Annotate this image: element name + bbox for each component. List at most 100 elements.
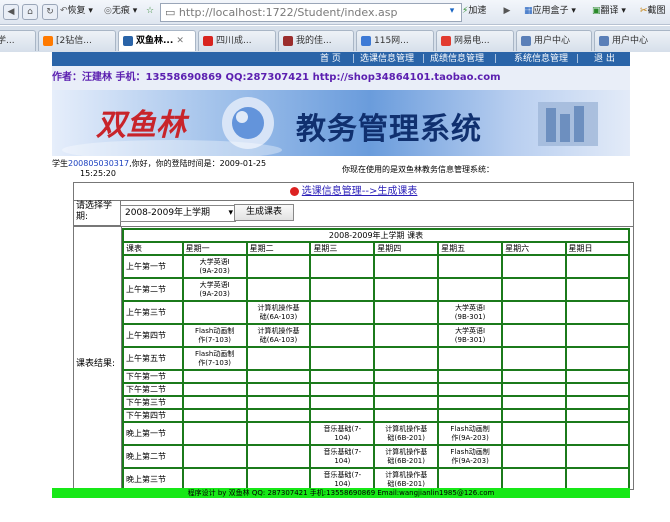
course-cell (245, 408, 312, 423)
course-cell (501, 421, 567, 446)
timetable-header: 课表 (122, 241, 184, 256)
favicon-icon (599, 35, 609, 46)
nav-grades[interactable]: 成绩信息管理 (430, 52, 484, 66)
course-cell (373, 408, 440, 423)
course-cell (437, 277, 504, 302)
restore-button[interactable]: ↶恢复 ▾ (60, 3, 93, 20)
screenshot-button[interactable]: ✂截图 (640, 3, 666, 20)
login-status: 学生200805030317,你好，你的登陆时间是：2009-01-25 你现在… (52, 159, 494, 174)
app-box-button[interactable]: ▦应用盒子 ▾ (524, 3, 576, 20)
home-icon[interactable]: ⌂ (22, 4, 38, 20)
course-cell (181, 467, 248, 489)
table-row: 下午第四节 (122, 408, 631, 423)
course-cell (245, 346, 312, 371)
table-row: 上午第三节 计算机操作基 础(6A-103) 大学英语I (9B-301) (122, 300, 631, 325)
term-select[interactable]: 2008-2009年上学期 ▾ (120, 205, 236, 222)
back-icon[interactable]: ◀ (3, 4, 19, 20)
course-cell (245, 369, 312, 384)
table-row: 上午第一节 大学英语I (9A-203) (122, 254, 631, 279)
course-cell (564, 395, 631, 410)
nav-logout[interactable]: 退 出 (594, 52, 615, 66)
course-cell (309, 254, 376, 279)
tab-active[interactable]: 双鱼林... ✕ (118, 30, 196, 51)
course-cell (501, 408, 567, 423)
tab-item[interactable]: 用户中心 (516, 30, 592, 51)
table-row: 晚上第三节 音乐基础(7- 104) 计算机操作基 础(6B-201) (122, 467, 631, 489)
course-cell (373, 254, 440, 279)
student-id: 200805030317 (68, 159, 130, 168)
course-cell: 音乐基础(7- 104) (309, 421, 376, 446)
course-cell (564, 346, 631, 371)
course-cell (309, 369, 376, 384)
refresh-icon[interactable]: ↻ (42, 4, 58, 20)
course-cell: 大学英语I (9B-301) (437, 323, 504, 348)
breadcrumb-link[interactable]: 选课信息管理-->生成课表 (302, 186, 418, 197)
course-cell (309, 382, 376, 397)
dropdown-icon[interactable]: ▾ (445, 4, 459, 18)
course-cell (309, 408, 376, 423)
course-cell: 计算机操作基 础(6B-201) (373, 421, 440, 446)
tab-item[interactable]: 学... (0, 30, 36, 51)
tab-item[interactable]: 四川成... (198, 30, 276, 51)
bookmark-star-icon[interactable]: ☆ (143, 4, 157, 18)
tab-item[interactable]: 我的佳... (278, 30, 354, 51)
tab-item[interactable]: 用户中心 (594, 30, 670, 51)
address-bar[interactable]: ▭ http://localhost:1722/Student/index.as… (160, 3, 462, 22)
course-cell (501, 346, 567, 371)
site-banner: 双鱼林 教务管理系统 (52, 90, 630, 156)
favicon-icon (521, 35, 531, 46)
course-cell (373, 395, 440, 410)
course-cell (437, 382, 504, 397)
favicon-icon (441, 35, 451, 46)
favicon-icon (43, 35, 53, 46)
course-cell (564, 382, 631, 397)
timetable-header: 星期六 (501, 241, 567, 256)
course-cell: 计算机操作基 础(6B-201) (373, 467, 440, 489)
forward-icon[interactable]: ▶ (500, 4, 514, 18)
tab-item[interactable]: 115网... (356, 30, 434, 51)
course-cell (564, 444, 631, 469)
close-icon[interactable]: ✕ (176, 36, 184, 46)
course-cell: 音乐基础(7- 104) (309, 467, 376, 489)
course-cell (501, 444, 567, 469)
course-cell (501, 467, 567, 489)
timetable-header: 星期五 (437, 241, 504, 256)
course-cell (564, 421, 631, 446)
course-cell (564, 467, 631, 489)
course-cell (564, 254, 631, 279)
login-time: 15:25:20 (80, 169, 116, 178)
favicon-icon (283, 35, 293, 46)
course-cell: Flash动画制 作(9A-203) (437, 421, 504, 446)
tab-item[interactable]: 网易电... (436, 30, 514, 51)
period-cell: 上午第四节 (122, 323, 184, 348)
period-cell: 下午第三节 (122, 395, 184, 410)
author-bar: 作者：汪建林 手机：13558690869 QQ:287307421 http:… (52, 66, 630, 90)
course-cell (501, 300, 567, 325)
content-panel: 选课信息管理-->生成课表 请选择学期: 2008-2009年上学期 ▾ 生成课… (73, 182, 634, 490)
timetable-header: 星期一 (181, 241, 248, 256)
course-cell (245, 444, 312, 469)
nav-home[interactable]: 首 页 (320, 52, 341, 66)
tab-item[interactable]: [2钻信... (38, 30, 116, 51)
generate-button[interactable]: 生成课表 (234, 204, 294, 221)
course-cell (181, 408, 248, 423)
course-cell: 大学英语I (9A-203) (181, 254, 248, 279)
course-cell (181, 395, 248, 410)
period-cell: 下午第四节 (122, 408, 184, 423)
course-cell (245, 421, 312, 446)
translate-button[interactable]: ▣翻译 ▾ (592, 3, 626, 20)
course-cell (181, 421, 248, 446)
course-cell (564, 323, 631, 348)
noimg-button[interactable]: ◎无痕 ▾ (104, 3, 137, 20)
course-cell (373, 323, 440, 348)
course-cell (437, 369, 504, 384)
result-label: 课表结果: (76, 359, 116, 369)
nav-course-select[interactable]: 选课信息管理 (360, 52, 414, 66)
nav-system[interactable]: 系统信息管理 (514, 52, 568, 66)
course-cell (309, 277, 376, 302)
table-row: 下午第一节 (122, 369, 631, 384)
accelerate-button[interactable]: ⚡加速 (462, 3, 486, 20)
course-cell (373, 300, 440, 325)
top-nav: 首 页 | 选课信息管理 | 成绩信息管理 | 系统信息管理 | 退 出 (52, 52, 630, 66)
course-cell (181, 444, 248, 469)
